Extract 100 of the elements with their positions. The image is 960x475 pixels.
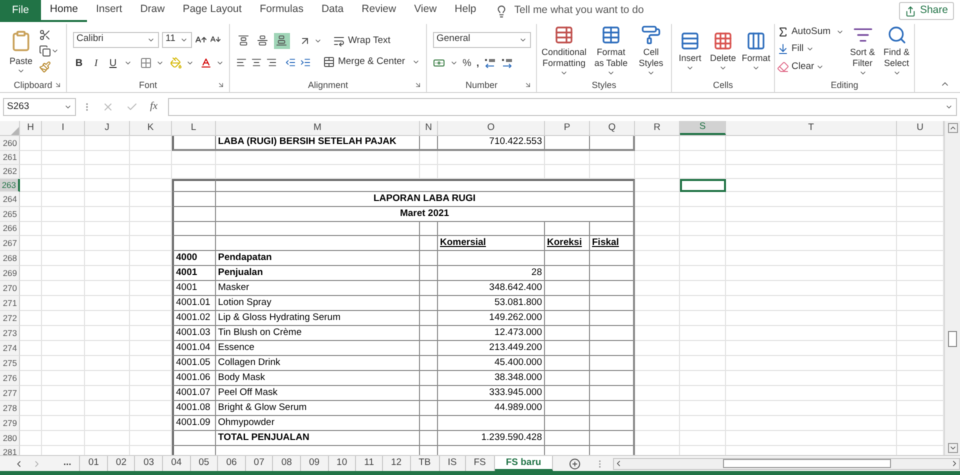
row-number[interactable]: 277 xyxy=(0,386,20,401)
caret-icon[interactable] xyxy=(647,69,655,77)
clear-button[interactable]: Clear xyxy=(777,60,844,74)
font-style-button[interactable]: I xyxy=(90,56,102,70)
caret-icon[interactable] xyxy=(216,59,224,67)
column-header[interactable]: N xyxy=(420,121,438,135)
ribbon-tab[interactable]: Data xyxy=(312,0,353,22)
borders-icon[interactable] xyxy=(140,57,152,69)
paste-button[interactable]: Paste xyxy=(7,28,35,74)
cells-button[interactable]: Delete xyxy=(708,30,738,72)
row-number[interactable]: 280 xyxy=(0,431,20,446)
find-select-button[interactable]: Find & Select xyxy=(882,25,912,77)
caret-icon[interactable] xyxy=(124,59,132,67)
caret-icon[interactable] xyxy=(412,58,420,66)
ribbon-tab[interactable]: View xyxy=(405,0,446,22)
column-header[interactable]: O xyxy=(438,121,545,135)
column-header[interactable]: M xyxy=(216,121,420,135)
caret-icon[interactable] xyxy=(607,69,615,77)
cells-button[interactable]: Format xyxy=(740,30,772,72)
sort-filter-button[interactable]: Sort & Filter xyxy=(848,25,878,77)
row-number[interactable]: 270 xyxy=(0,281,20,296)
share-button[interactable]: Share xyxy=(898,2,954,20)
column-header[interactable]: K xyxy=(130,121,172,135)
percent-style-button[interactable]: % xyxy=(462,56,472,70)
font-style-button[interactable]: B xyxy=(72,56,86,70)
row-number[interactable]: 260 xyxy=(0,136,20,151)
row-number[interactable]: 262 xyxy=(0,164,20,178)
font-name-field[interactable]: Calibri xyxy=(72,32,158,48)
file-tab[interactable]: File xyxy=(0,0,41,22)
row-number[interactable]: 278 xyxy=(0,401,20,416)
dialog-launcher-icon[interactable] xyxy=(54,81,62,89)
sheet-tab[interactable]: FS baru xyxy=(494,456,554,471)
row-number[interactable]: 272 xyxy=(0,311,20,326)
caret-icon[interactable] xyxy=(64,103,72,111)
wrap-text-button[interactable]: Wrap Text xyxy=(332,34,390,48)
row-number[interactable]: 273 xyxy=(0,326,20,341)
increase-decimal-icon[interactable] xyxy=(484,58,496,68)
row-number[interactable]: 271 xyxy=(0,296,20,311)
caret-icon[interactable] xyxy=(156,59,164,67)
ribbon-tab[interactable]: Draw xyxy=(131,0,174,22)
insert-function-button[interactable]: fx xyxy=(150,99,158,115)
row-number[interactable]: 279 xyxy=(0,416,20,431)
autosum-button[interactable]: AutoSum xyxy=(777,25,844,40)
new-sheet-icon[interactable] xyxy=(569,458,581,470)
row-number[interactable]: 276 xyxy=(0,371,20,386)
ribbon-tab[interactable]: Insert xyxy=(86,0,132,22)
caret-icon[interactable] xyxy=(945,103,953,111)
decrease-decimal-icon[interactable] xyxy=(501,58,514,68)
number-format-field[interactable]: General xyxy=(432,32,530,48)
scroll-thumb[interactable] xyxy=(722,459,891,468)
caret-icon[interactable] xyxy=(892,69,901,77)
row-number[interactable]: 267 xyxy=(0,236,20,251)
column-header[interactable]: P xyxy=(545,121,590,135)
caret-icon[interactable] xyxy=(450,59,458,67)
styles-button[interactable]: Format as Table xyxy=(592,25,630,77)
dialog-launcher-icon[interactable] xyxy=(217,81,225,89)
horizontal-scrollbar[interactable] xyxy=(612,458,960,470)
cut-icon[interactable] xyxy=(39,28,51,40)
dialog-launcher-icon[interactable] xyxy=(524,81,532,89)
format-painter-icon[interactable] xyxy=(39,60,51,72)
scroll-thumb[interactable] xyxy=(948,331,957,347)
row-number[interactable]: 261 xyxy=(0,151,20,165)
formula-input[interactable] xyxy=(168,98,957,116)
scroll-down-icon[interactable] xyxy=(948,443,958,453)
column-header[interactable]: T xyxy=(726,121,897,135)
ribbon-tab[interactable]: Formulas xyxy=(250,0,312,22)
merge-center-button[interactable]: Merge & Center xyxy=(322,54,420,70)
row-number[interactable]: 265 xyxy=(0,207,20,222)
fill-button[interactable]: Fill xyxy=(777,42,844,56)
column-header[interactable]: S xyxy=(680,121,726,135)
row-number[interactable]: 281 xyxy=(0,446,20,455)
ribbon-tab[interactable]: Help xyxy=(446,0,486,22)
decrease-indent-icon[interactable] xyxy=(284,56,296,68)
decrease-font-icon[interactable] xyxy=(210,34,220,45)
row-number[interactable]: 269 xyxy=(0,266,20,281)
row-number[interactable]: 274 xyxy=(0,341,20,356)
row-number[interactable]: 275 xyxy=(0,356,20,371)
copy-icon[interactable] xyxy=(39,44,51,56)
dialog-launcher-icon[interactable] xyxy=(414,81,422,89)
caret-icon[interactable] xyxy=(858,69,867,77)
column-header[interactable]: J xyxy=(85,121,130,135)
increase-font-icon[interactable] xyxy=(194,34,206,46)
currency-icon[interactable] xyxy=(432,57,444,69)
fill-color-icon[interactable] xyxy=(170,57,182,69)
align-left-icon[interactable] xyxy=(236,56,247,68)
font-style-button[interactable]: U xyxy=(106,56,120,70)
row-number[interactable]: 263 xyxy=(0,178,20,192)
name-box[interactable]: S263 xyxy=(3,98,76,116)
styles-button[interactable]: Cell Styles xyxy=(632,25,670,77)
ribbon-tab[interactable]: Review xyxy=(352,0,406,22)
scroll-up-icon[interactable] xyxy=(948,123,958,133)
caret-icon[interactable] xyxy=(186,59,194,67)
align-right-icon[interactable] xyxy=(266,56,277,68)
column-header[interactable]: H xyxy=(20,121,42,135)
vertical-align-button[interactable] xyxy=(274,32,290,49)
styles-button[interactable]: Conditional Formatting xyxy=(538,25,590,77)
column-header[interactable]: L xyxy=(172,121,216,135)
vertical-scrollbar[interactable] xyxy=(944,121,960,455)
row-number[interactable]: 268 xyxy=(0,251,20,266)
align-center-icon[interactable] xyxy=(250,56,262,68)
